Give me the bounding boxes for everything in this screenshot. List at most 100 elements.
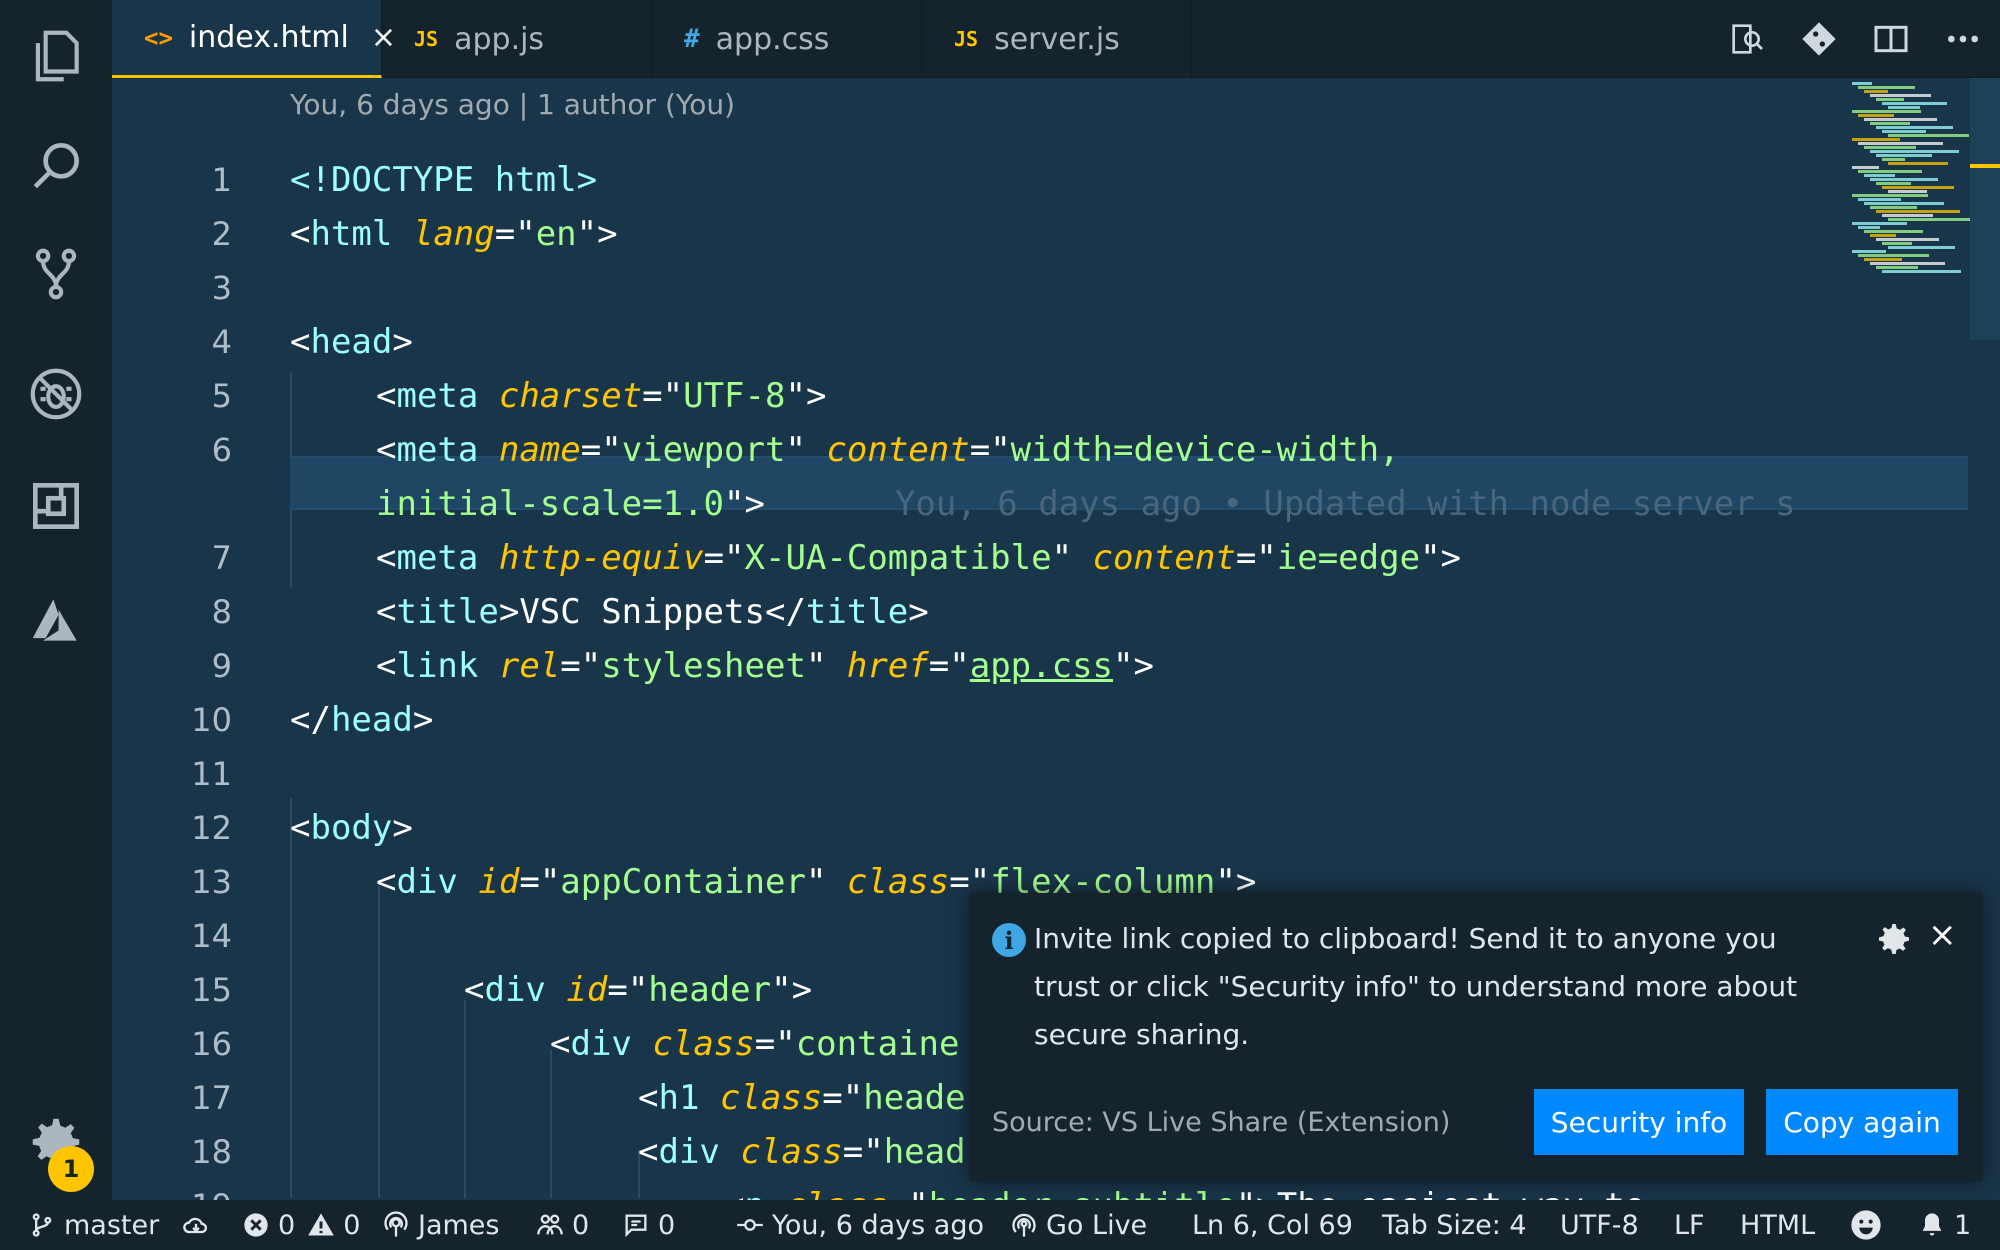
encoding[interactable]: UTF-8	[1560, 1200, 1639, 1250]
security-info-button[interactable]: Security info	[1534, 1089, 1744, 1155]
extensions-icon[interactable]	[18, 468, 94, 544]
language-mode[interactable]: HTML	[1740, 1200, 1815, 1250]
participants-status[interactable]: 0	[536, 1200, 589, 1250]
code-token: class	[740, 1132, 843, 1172]
minimap-line	[1870, 150, 1959, 153]
code-line: 6 <meta name="viewport" content="width=d…	[112, 423, 1872, 477]
code-token: id	[478, 862, 520, 902]
problems-status[interactable]: 0 0	[242, 1200, 360, 1250]
code-token: <	[550, 1024, 571, 1064]
comments-status[interactable]: 0	[622, 1200, 675, 1250]
line-number: 19	[112, 1187, 232, 1200]
code-token: ">	[1420, 538, 1462, 578]
code-token: <	[376, 646, 397, 686]
end-of-line[interactable]: LF	[1674, 1200, 1705, 1250]
minimap-line	[1858, 198, 1901, 201]
minimap-line	[1876, 266, 1918, 269]
minimap-line	[1864, 258, 1902, 261]
code-line: 10 </head>	[112, 693, 1872, 747]
minimap-line	[1852, 82, 1872, 85]
feedback-icon[interactable]	[1850, 1200, 1890, 1250]
git-compare-icon[interactable]	[1794, 14, 1844, 64]
line-number: 14	[191, 917, 232, 955]
minimap-line	[1852, 194, 1928, 197]
code-token: ">	[1236, 1186, 1277, 1200]
codelens-blame[interactable]: You, 6 days ago | 1 author (You)	[290, 88, 735, 121]
live-share-notification: i Invite link copied to clipboard! Send …	[970, 893, 1982, 1181]
code-token: class	[846, 862, 950, 902]
branch-status[interactable]: master	[28, 1200, 159, 1250]
code-token: en	[535, 214, 577, 254]
tab-app-css[interactable]: # app.css	[652, 0, 922, 78]
broadcast-icon	[1012, 1213, 1036, 1237]
tab-size[interactable]: Tab Size: 4	[1382, 1200, 1527, 1250]
split-editor-icon[interactable]	[1866, 14, 1916, 64]
tab-app-js[interactable]: JS app.js	[382, 0, 652, 78]
line-number: 7	[211, 539, 232, 577]
live-share-user[interactable]: James	[382, 1200, 500, 1250]
error-icon	[244, 1213, 268, 1237]
error-count: 0	[278, 1209, 296, 1241]
debug-icon[interactable]	[18, 356, 94, 432]
code-token: >	[498, 592, 520, 632]
open-preview-icon[interactable]	[1722, 14, 1772, 64]
tab-index-html[interactable]: <> index.html ×	[112, 0, 396, 78]
code-line: 5 <meta charset="UTF-8">	[112, 369, 1872, 423]
minimap-line	[1858, 170, 1922, 173]
code-line: 1 <!DOCTYPE html>	[112, 153, 1872, 207]
vertical-scrollbar[interactable]	[1970, 78, 2000, 340]
code-token: <	[376, 376, 397, 416]
explorer-icon[interactable]	[18, 18, 94, 94]
git-blame-status[interactable]: You, 6 days ago	[736, 1200, 984, 1250]
code-token: viewport	[621, 430, 786, 470]
code-token: ="	[842, 1132, 884, 1172]
line-number: 3	[211, 269, 232, 307]
bell-icon	[1922, 1213, 1942, 1236]
code-token: div	[396, 862, 458, 902]
code-token: containe	[795, 1024, 960, 1064]
minimap-line	[1864, 118, 1937, 121]
minimap-line	[1852, 166, 1879, 169]
code-token: ="	[580, 430, 622, 470]
go-live-button[interactable]: Go Live	[1010, 1200, 1147, 1250]
minimap-line	[1876, 126, 1953, 129]
activity-bar: 1	[0, 0, 112, 1200]
minimap[interactable]	[1852, 78, 1976, 298]
search-icon[interactable]	[18, 128, 94, 204]
notification-count: 1	[1954, 1209, 1972, 1241]
notifications-status[interactable]: 1	[1918, 1200, 1971, 1250]
code-line-wrapped: initial-scale=1.0"> You, 6 days ago • Upd…	[112, 477, 1872, 531]
code-token: charset	[498, 376, 643, 416]
code-token: div	[570, 1024, 632, 1064]
tab-server-js[interactable]: JS server.js	[922, 0, 1192, 78]
more-actions-icon[interactable]	[1938, 14, 1988, 64]
code-token: The easiest way to	[1277, 1186, 1645, 1200]
code-token: "	[1051, 538, 1093, 578]
cursor-position[interactable]: Ln 6, Col 69	[1192, 1200, 1353, 1250]
copy-again-button[interactable]: Copy again	[1766, 1089, 1958, 1155]
code-token: <	[638, 1132, 659, 1172]
line-number: 16	[191, 1025, 232, 1063]
azure-icon[interactable]	[18, 582, 94, 658]
code-token: title	[396, 592, 499, 632]
code-token: <	[464, 970, 485, 1010]
minimap-line	[1888, 218, 1976, 221]
stylesheet-link[interactable]: app.css	[970, 646, 1113, 686]
code-token: initial-scale=1.0	[376, 484, 724, 524]
notification-close-icon[interactable]: ×	[1928, 915, 1957, 955]
sync-status[interactable]	[182, 1200, 218, 1250]
line-number: 1	[211, 161, 232, 199]
notification-settings-gear-icon[interactable]	[1874, 919, 1914, 959]
code-token: content	[1092, 538, 1236, 578]
tab-label: index.html	[188, 20, 349, 55]
code-token: http-equiv	[498, 538, 704, 578]
source-control-icon[interactable]	[18, 236, 94, 312]
code-token: head	[310, 322, 393, 362]
code-token: html	[310, 214, 393, 254]
editor-tab-bar: <> index.html × JS app.js # app.css JS s…	[112, 0, 2000, 78]
participants-icon	[537, 1214, 563, 1235]
code-token: <	[290, 214, 311, 254]
